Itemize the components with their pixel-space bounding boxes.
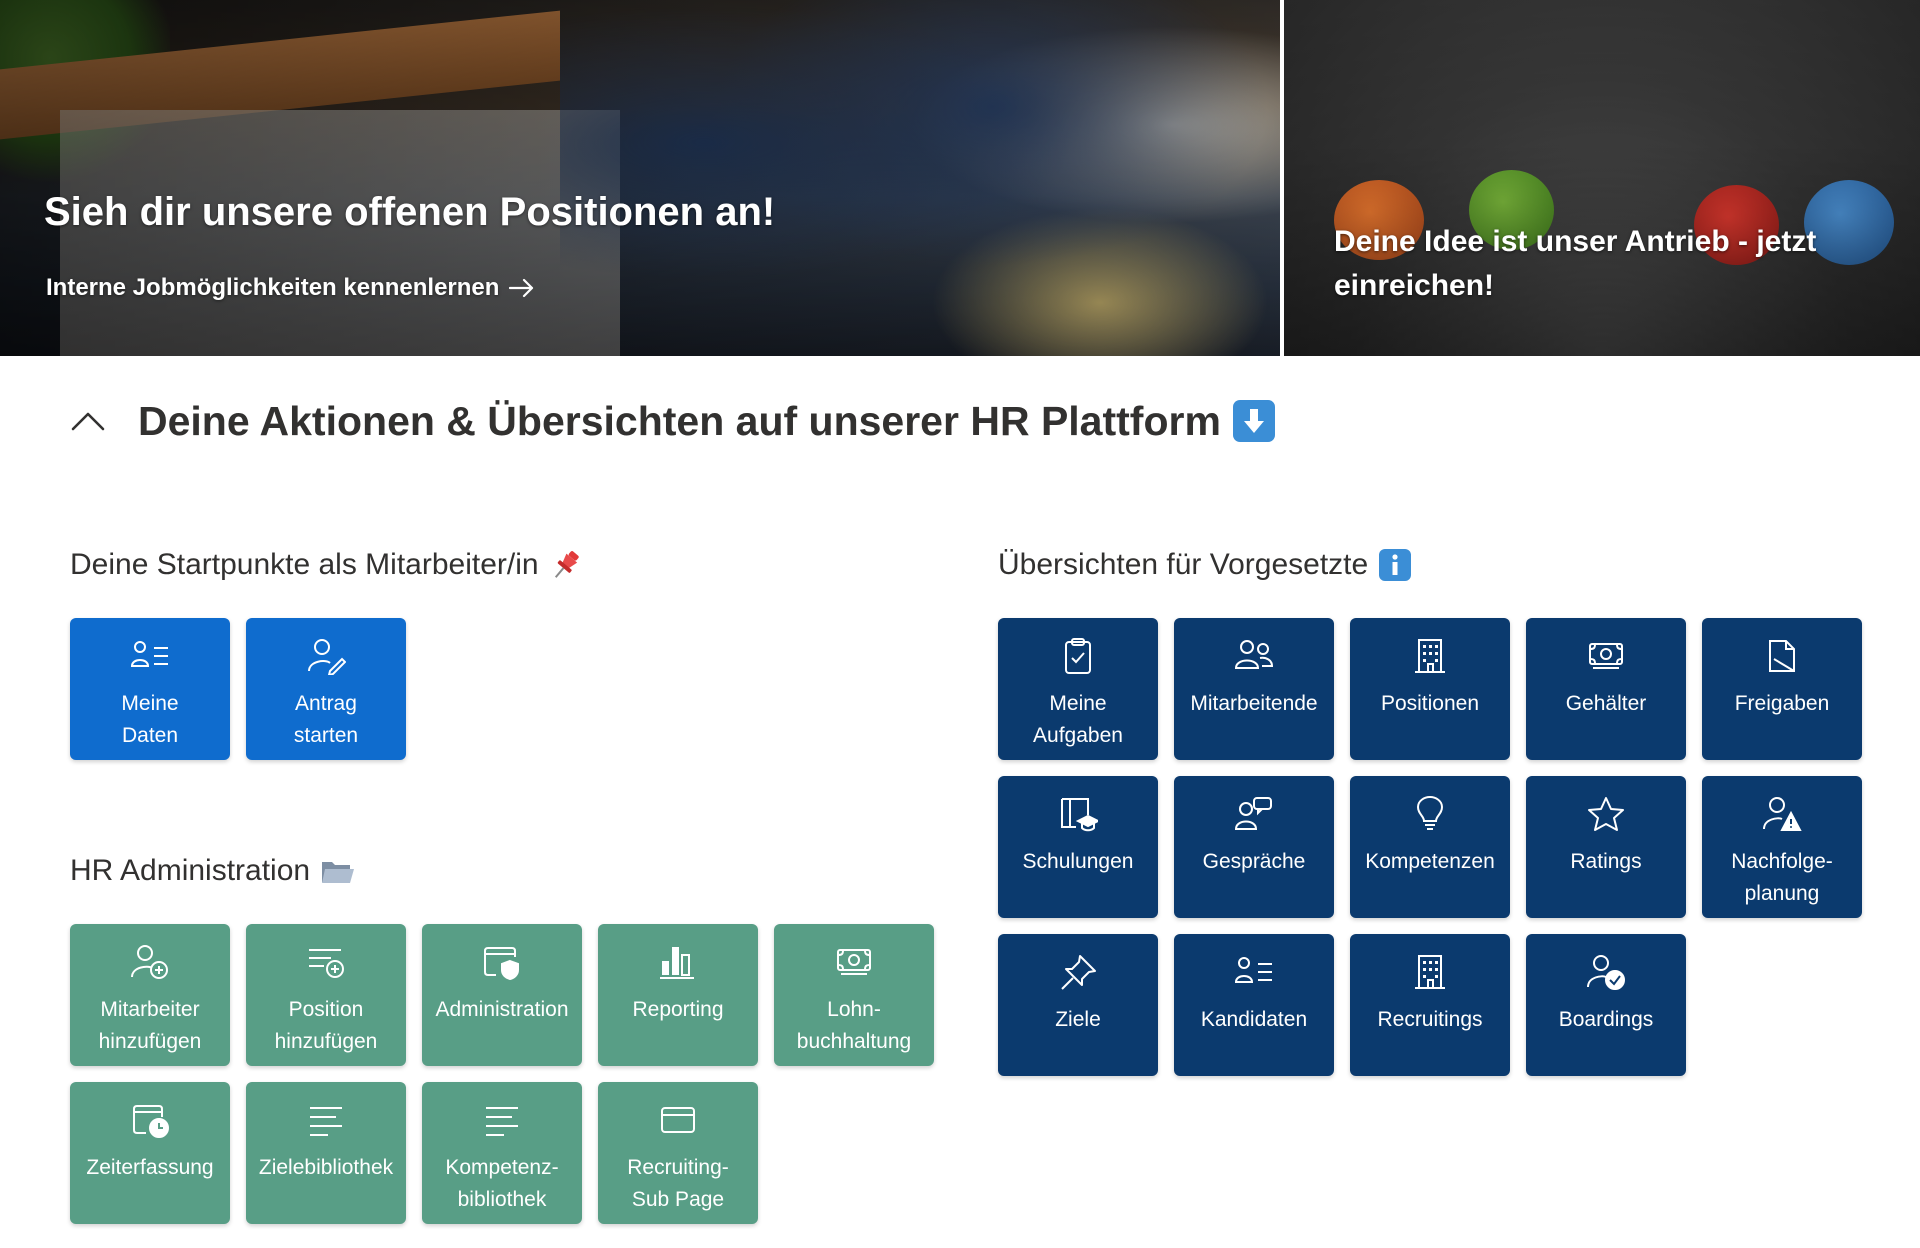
text-lines-icon (482, 1100, 522, 1140)
tile-meine-aufgaben[interactable]: Meine Aufgaben (998, 618, 1158, 760)
ideas-text: Deine Idee ist unser Antrieb - jetzt ein… (1334, 220, 1854, 308)
tile-antrag-starten[interactable]: Antrag starten (246, 618, 406, 760)
star-icon (1586, 794, 1626, 834)
building-icon (1410, 952, 1450, 992)
people-icon (1234, 636, 1274, 676)
lightbulb-icon (1410, 794, 1450, 834)
tile-label: Mitarbeiter hinzufügen (93, 994, 208, 1058)
tile-label: Boardings (1553, 1004, 1660, 1036)
manager-heading-label: Übersichten für Vorgesetzte (998, 548, 1368, 582)
tile-kompetenzen[interactable]: Kompetenzen (1350, 776, 1510, 918)
tile-positionen[interactable]: Positionen (1350, 618, 1510, 760)
tile-ziele[interactable]: Ziele (998, 934, 1158, 1076)
clipboard-check-icon (1058, 636, 1098, 676)
tile-kandidaten[interactable]: Kandidaten (1174, 934, 1334, 1076)
person-edit-icon (306, 636, 346, 676)
chevron-up-icon (70, 410, 106, 432)
book-education-icon (1058, 794, 1098, 834)
person-check-icon (1586, 952, 1626, 992)
tile-label: Antrag starten (288, 688, 364, 752)
tile-label: Recruiting- Sub Page (621, 1152, 735, 1216)
hero-title: Sieh dir unsere offenen Positionen an! (44, 190, 775, 235)
manager-heading: Übersichten für Vorgesetzte (998, 548, 1412, 582)
jobs-link[interactable]: Interne Jobmöglichkeiten kennenlernen (46, 274, 535, 302)
pushpin-emoji-icon (549, 548, 583, 582)
tile-nachfolgeplanung[interactable]: Nachfolge- planung (1702, 776, 1862, 918)
tile-label: Kompetenzen (1359, 846, 1501, 878)
tile-label: Zielebibliothek (253, 1152, 399, 1184)
tile-label: Ziele (1049, 1004, 1107, 1036)
text-lines-icon (306, 1100, 346, 1140)
shield-window-icon (482, 942, 522, 982)
window-icon (658, 1100, 698, 1140)
tile-recruiting-sub-page[interactable]: Recruiting- Sub Page (598, 1082, 758, 1224)
tile-label: Gehälter (1560, 688, 1653, 720)
tile-label: Nachfolge- planung (1725, 846, 1839, 910)
tile-gespraeche[interactable]: Gespräche (1174, 776, 1334, 918)
section-header: Deine Aktionen & Übersichten auf unserer… (68, 396, 1275, 446)
section-title: Deine Aktionen & Übersichten auf unserer… (138, 398, 1221, 445)
chart-icon (658, 942, 698, 982)
tile-meine-daten[interactable]: Meine Daten (70, 618, 230, 760)
tile-ratings[interactable]: Ratings (1526, 776, 1686, 918)
document-icon (1762, 636, 1802, 676)
calendar-clock-icon (130, 1100, 170, 1140)
money-icon (1586, 636, 1626, 676)
tile-label: Ratings (1564, 846, 1647, 878)
tile-label: Lohn- buchhaltung (791, 994, 917, 1058)
info-emoji-icon (1378, 548, 1412, 582)
tile-position-hinzufuegen[interactable]: Position hinzufügen (246, 924, 406, 1066)
hero-banner-jobs[interactable]: Sieh dir unsere offenen Positionen an! I… (0, 0, 1280, 356)
tile-label: Meine Aufgaben (1027, 688, 1129, 752)
jobs-link-label: Interne Jobmöglichkeiten kennenlernen (46, 274, 499, 302)
pin-icon (1058, 952, 1098, 992)
person-warning-icon (1762, 794, 1802, 834)
list-add-icon (306, 942, 346, 982)
tile-schulungen[interactable]: Schulungen (998, 776, 1158, 918)
employee-heading: Deine Startpunkte als Mitarbeiter/in (70, 548, 583, 582)
tile-label: Recruitings (1371, 1004, 1488, 1036)
tile-zielebibliothek[interactable]: Zielebibliothek (246, 1082, 406, 1224)
tile-label: Freigaben (1729, 688, 1836, 720)
tile-reporting[interactable]: Reporting (598, 924, 758, 1066)
tile-zeiterfassung[interactable]: Zeiterfassung (70, 1082, 230, 1224)
tile-label: Mitarbeitende (1184, 688, 1323, 720)
person-add-icon (130, 942, 170, 982)
arrow-right-icon (509, 278, 535, 298)
tile-label: Meine Daten (115, 688, 184, 752)
tile-freigaben[interactable]: Freigaben (1702, 618, 1862, 760)
tile-gehaelter[interactable]: Gehälter (1526, 618, 1686, 760)
person-chat-icon (1234, 794, 1274, 834)
collapse-button[interactable] (68, 401, 108, 441)
tile-label: Position hinzufügen (269, 994, 384, 1058)
person-list-icon (1234, 952, 1274, 992)
tile-label: Gespräche (1197, 846, 1312, 878)
tile-label: Reporting (626, 994, 729, 1026)
tile-label: Kompetenz- bibliothek (439, 1152, 564, 1216)
person-list-icon (130, 636, 170, 676)
tile-label: Zeiterfassung (80, 1152, 219, 1184)
tile-label: Administration (429, 994, 574, 1026)
tile-administration[interactable]: Administration (422, 924, 582, 1066)
tile-label: Kandidaten (1195, 1004, 1313, 1036)
tile-mitarbeiter-hinzufuegen[interactable]: Mitarbeiter hinzufügen (70, 924, 230, 1066)
tile-label: Positionen (1375, 688, 1485, 720)
banner-overlay (0, 0, 1280, 356)
tile-mitarbeitende[interactable]: Mitarbeitende (1174, 618, 1334, 760)
tile-label: Schulungen (1017, 846, 1140, 878)
money-icon (834, 942, 874, 982)
tile-recruitings[interactable]: Recruitings (1350, 934, 1510, 1076)
hr-admin-heading: HR Administration (70, 854, 356, 888)
tile-lohnbuchhaltung[interactable]: Lohn- buchhaltung (774, 924, 934, 1066)
hr-admin-heading-label: HR Administration (70, 854, 310, 888)
arrow-down-emoji-icon (1233, 400, 1275, 442)
open-folder-emoji-icon (320, 856, 356, 886)
tile-boardings[interactable]: Boardings (1526, 934, 1686, 1076)
employee-heading-label: Deine Startpunkte als Mitarbeiter/in (70, 548, 539, 582)
building-icon (1410, 636, 1450, 676)
tile-kompetenzbibliothek[interactable]: Kompetenz- bibliothek (422, 1082, 582, 1224)
